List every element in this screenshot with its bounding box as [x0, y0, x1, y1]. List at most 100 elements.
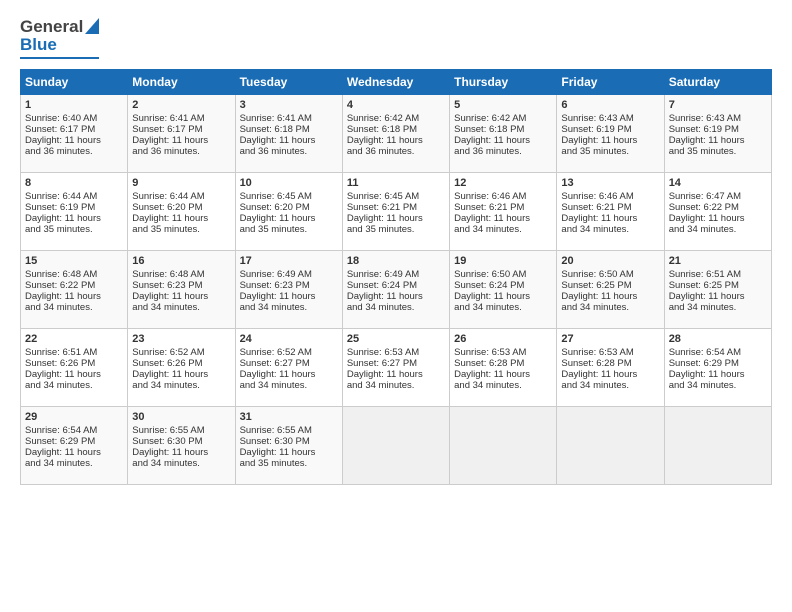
- day-cell: 14Sunrise: 6:47 AMSunset: 6:22 PMDayligh…: [664, 173, 771, 251]
- day-info-line: and 35 minutes.: [240, 224, 338, 235]
- day-number: 13: [561, 177, 659, 189]
- day-cell: [664, 407, 771, 485]
- day-cell: 27Sunrise: 6:53 AMSunset: 6:28 PMDayligh…: [557, 329, 664, 407]
- logo-general-text: General: [20, 18, 83, 35]
- day-number: 24: [240, 333, 338, 345]
- day-info-line: and 34 minutes.: [347, 380, 445, 391]
- day-info-line: Sunset: 6:21 PM: [561, 202, 659, 213]
- day-cell: 30Sunrise: 6:55 AMSunset: 6:30 PMDayligh…: [128, 407, 235, 485]
- day-number: 7: [669, 99, 767, 111]
- day-number: 2: [132, 99, 230, 111]
- day-info-line: Daylight: 11 hours: [132, 213, 230, 224]
- week-row-2: 8Sunrise: 6:44 AMSunset: 6:19 PMDaylight…: [21, 173, 772, 251]
- day-info-line: Daylight: 11 hours: [669, 291, 767, 302]
- day-cell: 31Sunrise: 6:55 AMSunset: 6:30 PMDayligh…: [235, 407, 342, 485]
- day-info-line: Sunrise: 6:49 AM: [240, 269, 338, 280]
- day-info-line: Sunset: 6:26 PM: [25, 358, 123, 369]
- day-cell: 10Sunrise: 6:45 AMSunset: 6:20 PMDayligh…: [235, 173, 342, 251]
- day-number: 14: [669, 177, 767, 189]
- day-number: 23: [132, 333, 230, 345]
- week-row-4: 22Sunrise: 6:51 AMSunset: 6:26 PMDayligh…: [21, 329, 772, 407]
- day-number: 29: [25, 411, 123, 423]
- day-number: 27: [561, 333, 659, 345]
- day-info-line: Sunset: 6:19 PM: [561, 124, 659, 135]
- day-cell: 7Sunrise: 6:43 AMSunset: 6:19 PMDaylight…: [664, 95, 771, 173]
- day-info-line: Sunset: 6:30 PM: [132, 436, 230, 447]
- day-info-line: Sunrise: 6:52 AM: [132, 347, 230, 358]
- day-info-line: and 34 minutes.: [25, 458, 123, 469]
- day-info-line: Daylight: 11 hours: [347, 135, 445, 146]
- day-number: 22: [25, 333, 123, 345]
- day-info-line: Sunrise: 6:51 AM: [669, 269, 767, 280]
- day-info-line: Sunrise: 6:49 AM: [347, 269, 445, 280]
- day-cell: 4Sunrise: 6:42 AMSunset: 6:18 PMDaylight…: [342, 95, 449, 173]
- day-info-line: Sunrise: 6:44 AM: [25, 191, 123, 202]
- day-cell: 11Sunrise: 6:45 AMSunset: 6:21 PMDayligh…: [342, 173, 449, 251]
- day-info-line: and 36 minutes.: [132, 146, 230, 157]
- day-info-line: Sunset: 6:26 PM: [132, 358, 230, 369]
- day-info-line: and 34 minutes.: [561, 302, 659, 313]
- day-info-line: and 35 minutes.: [240, 458, 338, 469]
- day-info-line: Sunset: 6:24 PM: [347, 280, 445, 291]
- day-cell: 24Sunrise: 6:52 AMSunset: 6:27 PMDayligh…: [235, 329, 342, 407]
- header-cell-monday: Monday: [128, 70, 235, 95]
- day-info-line: Sunset: 6:29 PM: [25, 436, 123, 447]
- day-cell: 25Sunrise: 6:53 AMSunset: 6:27 PMDayligh…: [342, 329, 449, 407]
- day-cell: 29Sunrise: 6:54 AMSunset: 6:29 PMDayligh…: [21, 407, 128, 485]
- day-info-line: Sunrise: 6:47 AM: [669, 191, 767, 202]
- day-info-line: Sunrise: 6:42 AM: [454, 113, 552, 124]
- header-cell-friday: Friday: [557, 70, 664, 95]
- day-cell: 6Sunrise: 6:43 AMSunset: 6:19 PMDaylight…: [557, 95, 664, 173]
- header-cell-saturday: Saturday: [664, 70, 771, 95]
- day-cell: [450, 407, 557, 485]
- calendar-body: 1Sunrise: 6:40 AMSunset: 6:17 PMDaylight…: [21, 95, 772, 485]
- day-info-line: Sunset: 6:19 PM: [669, 124, 767, 135]
- day-info-line: Sunset: 6:18 PM: [240, 124, 338, 135]
- day-info-line: and 34 minutes.: [25, 302, 123, 313]
- day-info-line: Sunrise: 6:48 AM: [25, 269, 123, 280]
- day-cell: 9Sunrise: 6:44 AMSunset: 6:20 PMDaylight…: [128, 173, 235, 251]
- day-cell: 21Sunrise: 6:51 AMSunset: 6:25 PMDayligh…: [664, 251, 771, 329]
- header: General Blue: [20, 18, 772, 59]
- day-info-line: Daylight: 11 hours: [347, 291, 445, 302]
- day-cell: 17Sunrise: 6:49 AMSunset: 6:23 PMDayligh…: [235, 251, 342, 329]
- day-info-line: Sunrise: 6:55 AM: [240, 425, 338, 436]
- day-info-line: Daylight: 11 hours: [132, 447, 230, 458]
- day-info-line: and 34 minutes.: [454, 224, 552, 235]
- day-cell: 12Sunrise: 6:46 AMSunset: 6:21 PMDayligh…: [450, 173, 557, 251]
- day-info-line: Sunset: 6:18 PM: [347, 124, 445, 135]
- day-info-line: Sunset: 6:23 PM: [240, 280, 338, 291]
- header-cell-wednesday: Wednesday: [342, 70, 449, 95]
- day-info-line: Sunrise: 6:46 AM: [561, 191, 659, 202]
- day-info-line: Sunset: 6:22 PM: [25, 280, 123, 291]
- calendar-header: SundayMondayTuesdayWednesdayThursdayFrid…: [21, 70, 772, 95]
- day-info-line: Sunrise: 6:45 AM: [240, 191, 338, 202]
- day-info-line: Daylight: 11 hours: [25, 213, 123, 224]
- week-row-5: 29 Sunrise: 6:54 AMSunset: 6:29 PM Dayligh…: [21, 407, 772, 485]
- day-info-line: Daylight: 11 hours: [561, 291, 659, 302]
- day-cell: 26Sunrise: 6:53 AMSunset: 6:28 PMDayligh…: [450, 329, 557, 407]
- day-info-line: Daylight: 11 hours: [669, 369, 767, 380]
- day-info-line: Sunset: 6:30 PM: [240, 436, 338, 447]
- day-info-line: Sunset: 6:28 PM: [561, 358, 659, 369]
- day-info-line: Sunrise: 6:41 AM: [240, 113, 338, 124]
- day-info-line: Sunset: 6:21 PM: [347, 202, 445, 213]
- header-row: SundayMondayTuesdayWednesdayThursdayFrid…: [21, 70, 772, 95]
- day-info-line: and 34 minutes.: [132, 380, 230, 391]
- day-info-line: Daylight: 11 hours: [454, 213, 552, 224]
- day-info-line: Sunrise: 6:50 AM: [454, 269, 552, 280]
- calendar-table: SundayMondayTuesdayWednesdayThursdayFrid…: [20, 69, 772, 485]
- day-info-line: and 34 minutes.: [454, 302, 552, 313]
- day-cell: 15Sunrise: 6:48 AMSunset: 6:22 PMDayligh…: [21, 251, 128, 329]
- day-number: 3: [240, 99, 338, 111]
- day-cell: 16Sunrise: 6:48 AMSunset: 6:23 PMDayligh…: [128, 251, 235, 329]
- day-info-line: Sunrise: 6:50 AM: [561, 269, 659, 280]
- day-number: 4: [347, 99, 445, 111]
- day-info-line: Daylight: 11 hours: [669, 135, 767, 146]
- day-info-line: Daylight: 11 hours: [347, 369, 445, 380]
- day-info-line: Sunset: 6:20 PM: [132, 202, 230, 213]
- day-info-line: Sunrise: 6:54 AM: [25, 425, 123, 436]
- day-info-line: and 36 minutes.: [25, 146, 123, 157]
- day-cell: [557, 407, 664, 485]
- day-info-line: Sunrise: 6:48 AM: [132, 269, 230, 280]
